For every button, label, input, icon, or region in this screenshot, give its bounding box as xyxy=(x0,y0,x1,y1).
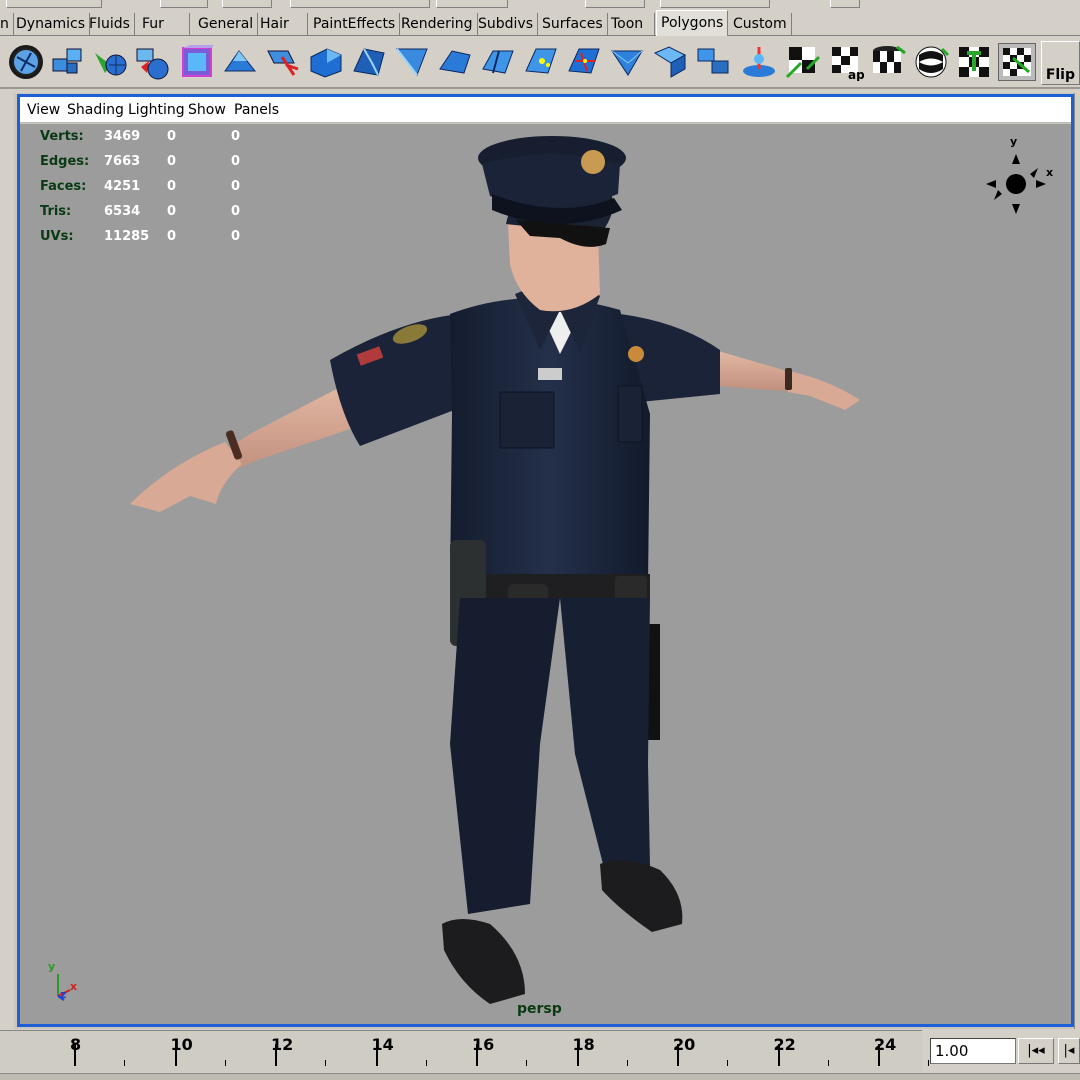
time-slider[interactable]: 8 10 12 14 16 18 20 22 24 xyxy=(0,1030,930,1072)
append-polygon-icon[interactable] xyxy=(694,43,732,81)
bevel-icon[interactable] xyxy=(350,43,388,81)
time-tick-minor xyxy=(325,1060,327,1066)
maya-main-window: n Dynamics Fluids Fur General Hair Paint… xyxy=(0,0,1080,1080)
time-tick-label: 10 xyxy=(170,1035,193,1054)
tab-subdivs[interactable]: Subdivs xyxy=(474,13,539,35)
right-edge-strip xyxy=(1074,93,1080,1029)
tab-painteffects[interactable]: PaintEffects xyxy=(309,13,401,35)
triangulate-icon[interactable] xyxy=(608,43,646,81)
cut-faces-icon[interactable] xyxy=(479,43,517,81)
cylindrical-map-icon[interactable] xyxy=(869,43,907,81)
time-tick-minor xyxy=(626,1060,628,1066)
extrude-face-icon[interactable] xyxy=(221,43,259,81)
time-tick-label: 12 xyxy=(271,1035,294,1054)
step-back-button[interactable]: |◂ xyxy=(1058,1038,1080,1064)
polygons-shelf: ap Flip xyxy=(0,37,1080,89)
mesh-sphere-icon[interactable] xyxy=(7,43,45,81)
tab-hair[interactable]: Hair xyxy=(256,13,308,35)
extract-icon[interactable] xyxy=(133,43,171,81)
time-tick-minor xyxy=(124,1060,126,1066)
tab-general[interactable]: General xyxy=(194,13,259,35)
split-polygon-icon[interactable] xyxy=(393,43,431,81)
time-tick-label: 16 xyxy=(472,1035,495,1054)
time-tick-label: 8 xyxy=(70,1035,82,1054)
time-tick-minor xyxy=(727,1060,729,1066)
planar-map-icon[interactable] xyxy=(783,43,821,81)
active-panel-border xyxy=(17,94,1074,1027)
tab-custom[interactable]: Custom xyxy=(729,13,792,35)
quadrangulate-icon[interactable] xyxy=(651,43,689,81)
tab-toon[interactable]: Toon xyxy=(607,13,655,35)
smooth-proxy-icon[interactable] xyxy=(178,43,216,81)
menu-strip-remnant xyxy=(0,0,1080,10)
go-to-start-button[interactable]: |◂◂ xyxy=(1018,1038,1054,1064)
automatic-map-icon[interactable]: ap xyxy=(826,43,864,81)
soft-edge-icon[interactable] xyxy=(565,43,603,81)
select-icon[interactable] xyxy=(264,43,302,81)
tab-surfaces[interactable]: Surfaces xyxy=(538,13,608,35)
time-tick-minor xyxy=(224,1060,226,1066)
step-back-icon: |◂ xyxy=(1063,1043,1075,1058)
uv-texture-editor-icon[interactable] xyxy=(998,43,1036,81)
svg-text:ap: ap xyxy=(848,68,864,81)
merge-vertices-icon[interactable] xyxy=(522,43,560,81)
current-frame-field[interactable]: 1.00 xyxy=(930,1038,1016,1064)
extrude-edge-icon[interactable] xyxy=(307,43,345,81)
time-tick-label: 24 xyxy=(874,1035,897,1054)
tab-polygons[interactable]: Polygons xyxy=(656,10,729,36)
shelf-tab-bar: n Dynamics Fluids Fur General Hair Paint… xyxy=(0,10,1080,36)
tab-fluids[interactable]: Fluids xyxy=(85,13,135,35)
spherical-map-icon[interactable] xyxy=(912,43,950,81)
time-tick-label: 22 xyxy=(773,1035,796,1054)
wedge-face-icon[interactable] xyxy=(436,43,474,81)
separate-icon[interactable] xyxy=(91,43,129,81)
time-tick-label: 18 xyxy=(572,1035,595,1054)
time-tick-label: 14 xyxy=(371,1035,394,1054)
flip-button[interactable]: Flip xyxy=(1041,41,1080,85)
combine-icon[interactable] xyxy=(49,43,87,81)
go-to-start-icon: |◂◂ xyxy=(1027,1043,1045,1058)
tab-rendering[interactable]: Rendering xyxy=(397,13,478,35)
time-tick-label: 20 xyxy=(673,1035,696,1054)
time-tick-minor xyxy=(827,1060,829,1066)
uv-snapshot-icon[interactable] xyxy=(955,43,993,81)
tab-fur[interactable]: Fur xyxy=(138,13,190,35)
time-tick-minor xyxy=(425,1060,427,1066)
time-tick-minor xyxy=(526,1060,528,1066)
tab-dynamics[interactable]: Dynamics xyxy=(12,13,91,35)
range-slider-strip xyxy=(0,1073,1080,1080)
sculpt-icon[interactable] xyxy=(740,43,778,81)
